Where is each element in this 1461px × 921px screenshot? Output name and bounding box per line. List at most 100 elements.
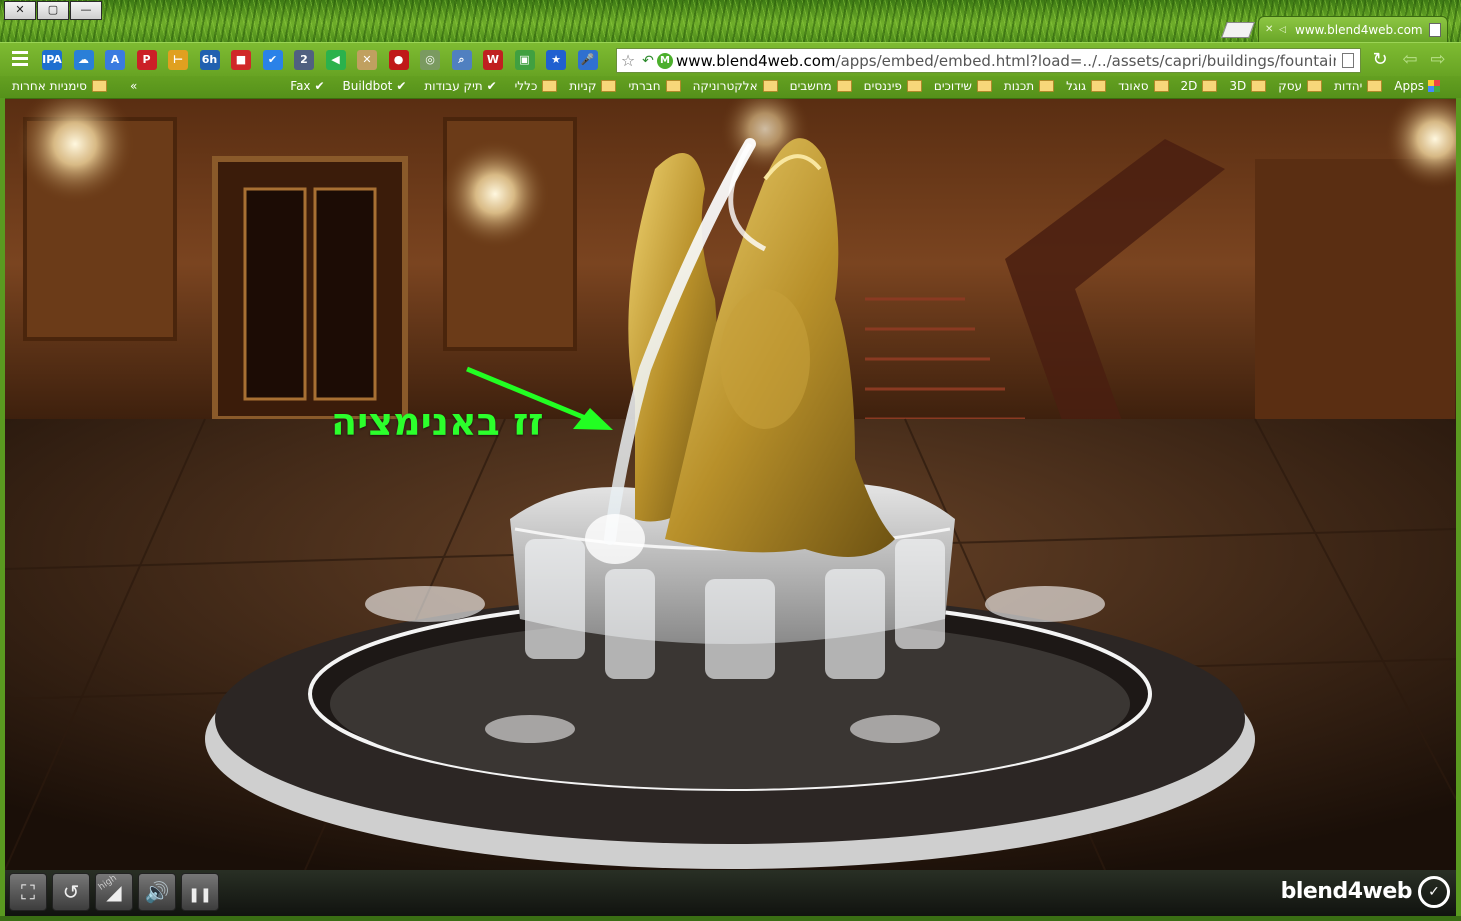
bookmark-9[interactable]: פיננסים: [864, 79, 922, 93]
bookmark-label: Buildbot: [342, 79, 393, 93]
folder-icon: [1367, 80, 1383, 92]
ipa-icon[interactable]: IPA: [42, 50, 62, 70]
browser-tab[interactable]: ✕ ◁ www.blend4web.com: [1258, 16, 1448, 42]
bookmark-12[interactable]: חברתי: [628, 79, 681, 93]
bookmark-1[interactable]: יהדות: [1334, 79, 1383, 93]
url-text[interactable]: www.blend4web.com/apps/embed/embed.html?…: [676, 52, 1336, 70]
new-tab-button[interactable]: [1221, 22, 1255, 38]
bookmark-label: Apps: [1394, 79, 1424, 93]
bookmark-6[interactable]: גוגל: [1066, 79, 1107, 93]
page-doc-icon: [1342, 53, 1354, 68]
tab-close-icon[interactable]: ✕: [1265, 24, 1275, 35]
quality-button[interactable]: ◢ high: [95, 873, 133, 911]
map-icon[interactable]: ✕: [357, 50, 377, 70]
site-icon: ✔: [486, 79, 497, 93]
forward-arrow-icon[interactable]: ⇨: [1428, 49, 1448, 70]
bookmark-3[interactable]: 3D: [1229, 79, 1267, 93]
bookmark-16[interactable]: ✔ Buildbot: [343, 79, 407, 93]
bookmark-4[interactable]: 2D: [1181, 79, 1218, 93]
bookmark-label: גוגל: [1066, 79, 1087, 93]
translate-icon[interactable]: A: [105, 50, 125, 70]
bookmark-0[interactable]: Apps: [1394, 79, 1440, 93]
bookmark-15[interactable]: ✔ תיק עבודות: [424, 79, 496, 93]
folder-icon: [1251, 80, 1267, 92]
bookmark-2[interactable]: עסק: [1278, 79, 1323, 93]
folder-icon: [665, 80, 681, 92]
bookmark-label: כללי: [514, 79, 538, 93]
counter-icon[interactable]: 2: [294, 50, 314, 70]
folder-icon: [91, 80, 107, 92]
url-host: www.blend4web.com: [676, 51, 836, 70]
chrome-icon[interactable]: ◎: [420, 50, 440, 70]
rotate-camera-icon: ↺: [62, 880, 80, 904]
site-m-icon: M: [657, 52, 673, 69]
menu-icon[interactable]: [12, 51, 28, 67]
window-frame-right: [1456, 98, 1461, 916]
apps-grid-icon: [1428, 80, 1440, 92]
other-bookmarks[interactable]: סימניות אחרות: [12, 79, 107, 93]
rotate-button[interactable]: ↺: [52, 873, 90, 911]
window-controls: ✕ ▢ —: [4, 1, 103, 20]
reload-arrow-icon[interactable]: ↶: [639, 53, 657, 69]
feedly-icon[interactable]: ◀: [325, 50, 346, 70]
stop-icon[interactable]: ●: [388, 50, 409, 70]
tab-title: www.blend4web.com: [1295, 22, 1423, 37]
back-arrow-icon[interactable]: ⇦: [1400, 49, 1420, 70]
bookmark-label: תיק עבודות: [424, 79, 483, 93]
bookmark-label: עסק: [1278, 79, 1303, 93]
search-magnifier-icon[interactable]: ⌕: [451, 50, 472, 70]
check-icon[interactable]: ✔: [262, 50, 283, 70]
bookmark-label: 3D: [1229, 79, 1247, 93]
fullscreen-button[interactable]: ⛶: [9, 873, 47, 911]
bookmark-14[interactable]: כללי: [515, 79, 558, 93]
window-titlebar: ✕ ▢ — ✕ ◁ www.blend4web.com: [0, 0, 1461, 42]
folder-icon: [601, 80, 617, 92]
pinterest-icon[interactable]: P: [136, 50, 157, 70]
bookmark-label: 2D: [1180, 79, 1198, 93]
hebrew-tool-icon[interactable]: ⊢: [168, 50, 188, 70]
webgl-viewport[interactable]: זז באנימציה: [5, 99, 1456, 870]
bookmark-label: סאונד: [1118, 79, 1149, 93]
bookmark-11[interactable]: אלקטרוניקה: [693, 79, 778, 93]
microphone-icon[interactable]: 🎤: [577, 50, 598, 70]
address-bar[interactable]: ☆ ↶ M www.blend4web.com/apps/embed/embed…: [616, 48, 1361, 73]
screenshot-icon[interactable]: ▣: [514, 50, 535, 70]
close-window-button[interactable]: ✕: [4, 1, 36, 20]
maximize-window-button[interactable]: ▢: [37, 1, 69, 20]
folder-icon: [1091, 80, 1107, 92]
cloud-icon[interactable]: ☁: [73, 50, 94, 70]
bookmark-10[interactable]: מחשבים: [790, 79, 852, 93]
page-icon: [1429, 22, 1441, 37]
bookmark-label: שידוכים: [933, 79, 972, 93]
sound-button[interactable]: 🔊: [138, 873, 176, 911]
fullscreen-icon: ⛶: [21, 880, 35, 904]
calendar-icon[interactable]: 6h: [199, 50, 220, 70]
bookmark-8[interactable]: שידוכים: [934, 79, 992, 93]
folder-icon: [762, 80, 778, 92]
blend4web-logo: blend4web: [1280, 879, 1413, 904]
star-bookmark-icon[interactable]: ★: [546, 50, 566, 70]
other-bookmarks-label: סימניות אחרות: [12, 79, 87, 93]
window-frame-left: [0, 98, 5, 916]
pause-button[interactable]: ❚❚: [181, 873, 219, 911]
bookmark-7[interactable]: תכנות: [1004, 79, 1055, 93]
bookmark-17[interactable]: ✔ Fax: [290, 79, 324, 93]
folder-icon: [836, 80, 852, 92]
site-icon: ✔: [314, 79, 325, 93]
pause-icon: ❚❚: [188, 887, 212, 903]
office-icon[interactable]: W: [483, 50, 503, 70]
bookmark-label: קניות: [569, 79, 597, 93]
folder-icon: [1202, 80, 1218, 92]
reload-icon[interactable]: ↻: [1370, 49, 1390, 70]
bookmark-13[interactable]: קניות: [569, 79, 617, 93]
bookmark-5[interactable]: סאונד: [1118, 79, 1169, 93]
blend4web-logo-icon: ✓: [1418, 876, 1450, 908]
folder-icon: [906, 80, 922, 92]
bookmark-star-icon[interactable]: ☆: [617, 51, 639, 70]
url-path: /apps/embed/embed.html?load=../../assets…: [835, 51, 1336, 70]
bookmark-label: אלקטרוניקה: [692, 79, 758, 93]
bookmark-red-icon[interactable]: ■: [231, 50, 251, 70]
minimize-window-button[interactable]: —: [70, 1, 102, 20]
bookmarks-overflow-button[interactable]: »: [130, 79, 137, 93]
folder-icon: [542, 80, 558, 92]
